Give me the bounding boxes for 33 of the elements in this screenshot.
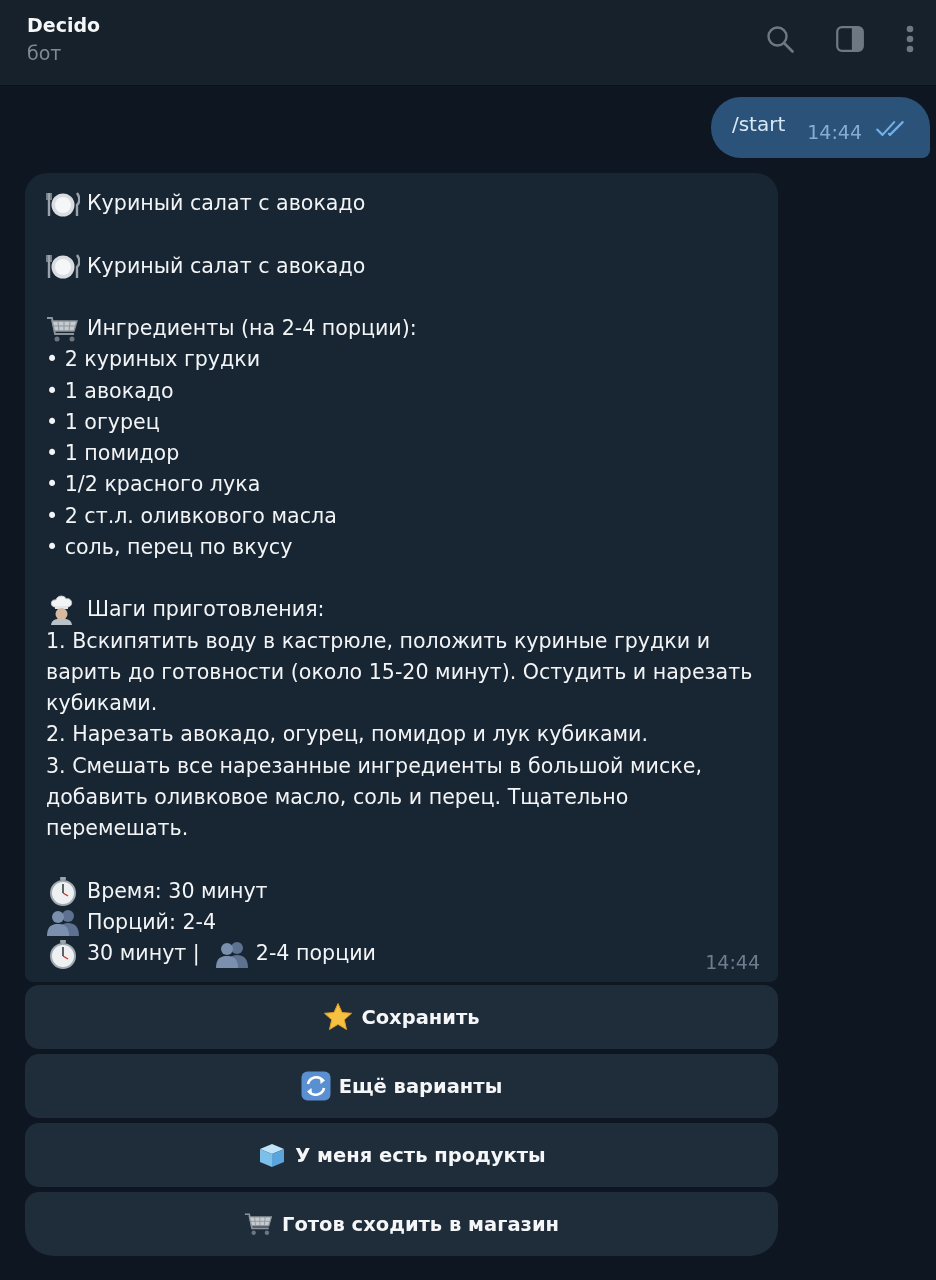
step-text: 3. Смешать все нарезанные ингредиенты в большой миске, добавить оливковое масло, соль и перец. Тщательно перемешать.	[46, 752, 703, 842]
chat-subtitle: бот	[27, 41, 63, 64]
time-text: Время: 30 минут	[87, 877, 268, 905]
keyboard-button[interactable]: Сохранить	[25, 985, 778, 1050]
servings-text: Порций: 2-4	[87, 908, 217, 936]
summary-time: 30 минут |	[87, 940, 200, 968]
summary-servings: 2-4 порции	[255, 940, 376, 967]
ingredients-heading: Ингредиенты (на 2-4 порции):	[87, 315, 417, 342]
message-time: 14:44	[705, 951, 760, 974]
star-icon	[323, 1002, 354, 1033]
keyboard-button[interactable]: У меня есть продукты	[25, 1123, 778, 1188]
keyboard-button[interactable]: Готов сходить в магазин	[25, 1192, 778, 1257]
more-icon[interactable]	[906, 24, 914, 53]
message-text: /start	[731, 111, 786, 136]
ingredient-item: • 2 ст.л. оливкового масла	[46, 502, 338, 530]
step-text: 1. Вскипятить воду в кастрюле, положить куриные грудки и варить до готовности (около 15-20 минут). Остудить и нарезать кубиками.	[46, 627, 754, 717]
message-time: 14:44	[807, 120, 862, 143]
ingredient-item: • 1 огурец	[46, 408, 161, 436]
recipe-title: Куриный салат с авокадо	[87, 190, 366, 217]
people-icon	[46, 907, 80, 938]
search-icon[interactable]	[766, 24, 794, 53]
step-text: 2. Нарезать авокадо, огурец, помидор и лук кубиками.	[46, 721, 650, 749]
steps-heading: Шаги приготовления:	[87, 596, 325, 624]
ingredient-item: • 2 куриных грудки	[46, 346, 262, 374]
ingredient-item: • 1 авокадо	[46, 377, 175, 405]
keyboard-button[interactable]: Ещё варианты	[25, 1054, 778, 1119]
recipe-title: Куриный салат с авокадо	[87, 252, 366, 280]
sidebar-icon[interactable]	[836, 24, 864, 53]
ingredient-item: • соль, перец по вкусу	[46, 533, 294, 561]
ingredient-item: • 1 помидор	[46, 440, 181, 467]
ingredient-item: • 1/2 красного лука	[46, 471, 262, 499]
refresh-icon	[300, 1071, 331, 1102]
chat-title: Decido	[27, 13, 101, 36]
